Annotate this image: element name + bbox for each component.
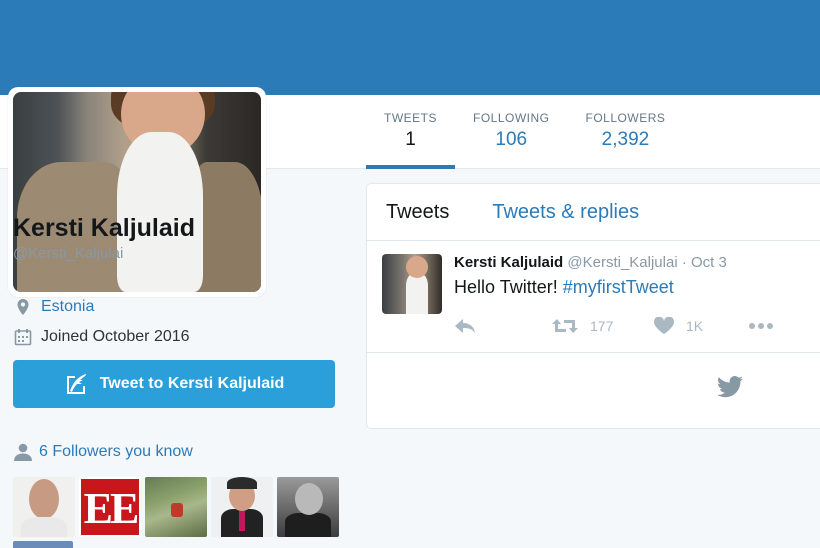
profile-banner (0, 0, 820, 95)
stat-label: TWEETS (384, 111, 437, 125)
tweet-item[interactable]: Kersti Kaljulaid @Kersti_Kaljulai · Oct … (367, 241, 820, 353)
stat-following[interactable]: FOLLOWING 106 (455, 95, 568, 169)
profile-location: Estonia (13, 298, 343, 316)
follower-avatar[interactable] (13, 541, 73, 548)
retweet-icon (552, 318, 578, 333)
followers-you-know[interactable]: 6 Followers you know (13, 443, 193, 461)
follower-avatar-ee-logo[interactable]: EE (79, 477, 141, 537)
tweet-avatar[interactable] (382, 254, 442, 314)
tweet-to-label: Tweet to Kersti Kaljulaid (99, 375, 285, 392)
profile-stats: TWEETS 1 FOLLOWING 106 FOLLOWERS 2,392 (366, 95, 683, 169)
more-icon (749, 322, 773, 329)
location-pin-icon (13, 298, 33, 316)
followers-you-know-avatars: EE (13, 477, 339, 537)
joined-date: Joined October 2016 (41, 328, 190, 345)
followers-you-know-label: 6 Followers you know (39, 443, 193, 460)
stat-followers[interactable]: FOLLOWERS 2,392 (568, 95, 684, 169)
heart-icon (654, 317, 674, 334)
location-link[interactable]: Estonia (41, 298, 94, 316)
twitter-bird-icon (717, 376, 743, 403)
tweet-author-name[interactable]: Kersti Kaljulaid (454, 254, 563, 271)
tab-tweets[interactable]: Tweets (386, 201, 449, 224)
timeline-tabs: Tweets Tweets & replies (367, 184, 820, 241)
follower-avatar[interactable] (13, 477, 75, 537)
stat-tweets[interactable]: TWEETS 1 (366, 95, 455, 169)
profile-handle[interactable]: @Kersti_Kaljulai (13, 245, 343, 262)
retweet-button[interactable]: 177 (552, 318, 654, 334)
more-button[interactable] (748, 322, 774, 330)
tweet-hashtag[interactable]: #myfirstTweet (563, 277, 674, 297)
follower-avatar[interactable] (277, 477, 339, 537)
tweet-author-handle[interactable]: @Kersti_Kaljulai (567, 254, 677, 271)
follower-avatar[interactable] (145, 477, 207, 537)
tweet-date[interactable]: · Oct 3 (682, 254, 727, 271)
tweet-text-body: Hello Twitter! (454, 277, 563, 297)
stat-value: 106 (495, 129, 528, 150)
reply-button[interactable] (454, 318, 552, 334)
stat-label: FOLLOWERS (585, 111, 666, 125)
tab-tweets-replies[interactable]: Tweets & replies (492, 201, 639, 224)
tweet-text: Hello Twitter! #myfirstTweet (454, 277, 674, 298)
like-count: 1K (686, 317, 704, 334)
stat-label: FOLLOWING (473, 111, 550, 125)
stat-value: 1 (405, 129, 416, 150)
profile-name[interactable]: Kersti Kaljulaid (13, 214, 343, 243)
like-button[interactable]: 1K (654, 317, 748, 334)
follower-avatar[interactable] (211, 477, 273, 537)
person-icon (13, 443, 33, 461)
quill-icon (66, 374, 86, 394)
tweet-header: Kersti Kaljulaid @Kersti_Kaljulai · Oct … (454, 254, 727, 271)
profile-joined: Joined October 2016 (13, 328, 343, 346)
calendar-icon (13, 328, 33, 346)
tweet-actions: 177 1K (454, 317, 774, 334)
reply-icon (455, 318, 475, 333)
timeline-card: Tweets Tweets & replies Kersti Kaljulaid… (366, 183, 820, 429)
tweet-to-button[interactable]: Tweet to Kersti Kaljulaid (13, 360, 335, 408)
retweet-count: 177 (590, 317, 614, 334)
profile-card: Kersti Kaljulaid @Kersti_Kaljulai Estoni… (13, 214, 343, 346)
stat-value: 2,392 (601, 129, 650, 150)
